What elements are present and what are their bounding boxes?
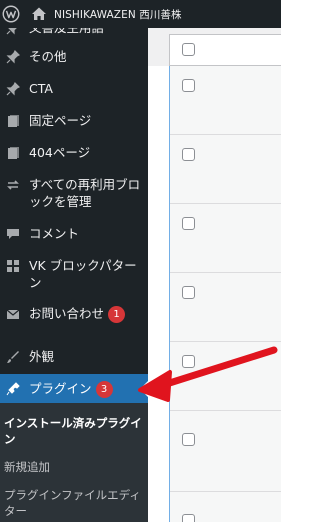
sidebar-item-label: 固定ページ [29, 113, 92, 128]
sidebar-item-text: お問い合わせ [29, 306, 105, 321]
row-checkbox[interactable] [182, 217, 195, 230]
submenu-installed-plugins[interactable]: インストール済みプラグイン [4, 415, 144, 447]
site-name-link[interactable]: NISHIKAWAZEN 西川善株 [54, 7, 182, 22]
sidebar-item-label: 外観 [29, 349, 55, 364]
pin-icon [4, 48, 22, 65]
table-header [170, 35, 281, 66]
submenu-add-new[interactable]: 新規追加 [4, 459, 144, 475]
row-checkbox[interactable] [182, 286, 195, 299]
notification-badge: 1 [108, 306, 126, 323]
sidebar-item-label: すべての再利用ブロックを管理 [29, 177, 141, 209]
sidebar-item-cta[interactable]: CTA [0, 80, 148, 97]
pin-icon [4, 80, 22, 97]
plugin-icon [4, 374, 22, 404]
plugins-table [169, 34, 281, 522]
page-icon [4, 112, 22, 129]
wp-admin-screen: NISHIKAWAZEN 西川善株 文書及主用語 その他 CTA 固定 [0, 0, 281, 522]
sidebar-item-contact[interactable]: お問い合わせ 1 [0, 305, 148, 323]
sidebar-item-plugins[interactable]: プラグイン 3 [0, 374, 148, 404]
mail-icon [4, 305, 22, 322]
notification-badge: 3 [95, 381, 113, 398]
sidebar-item-label: VK ブロックパターン [29, 258, 137, 290]
sidebar-item-text: プラグイン [29, 381, 92, 396]
sidebar-item-vk-block-patterns[interactable]: VK ブロックパターン [0, 257, 148, 291]
wordpress-logo-icon[interactable] [0, 3, 22, 25]
pin-icon [4, 28, 22, 36]
grid-icon [4, 257, 22, 274]
sidebar-item-reusable-blocks[interactable]: すべての再利用ブロックを管理 [0, 176, 148, 210]
sidebar-item-label: コメント [29, 226, 80, 241]
page-icon [4, 144, 22, 161]
admin-sidebar-menu: 文書及主用語 その他 CTA 固定ページ 404ページ [0, 28, 148, 522]
sidebar-item-label: 文書及主用語 [29, 28, 145, 36]
sidebar-item-appearance[interactable]: 外観 [0, 348, 148, 365]
submenu-plugin-file-editor[interactable]: プラグインファイルエディター [4, 487, 144, 519]
current-menu-arrow [140, 381, 148, 397]
sidebar-item-pages[interactable]: 固定ページ [0, 112, 148, 129]
main-content [148, 28, 281, 522]
sidebar-item-label: 404ページ [29, 145, 91, 160]
table-row [170, 66, 281, 135]
reusable-block-icon [4, 176, 22, 193]
home-icon[interactable] [30, 5, 48, 23]
appearance-icon [4, 348, 22, 365]
row-checkbox[interactable] [182, 433, 195, 446]
plugins-submenu: インストール済みプラグイン 新規追加 プラグインファイルエディター [0, 403, 148, 522]
sidebar-item-comments[interactable]: コメント [0, 225, 148, 242]
sidebar-item-label: お問い合わせ 1 [29, 305, 145, 323]
sidebar-item-other[interactable]: その他 [0, 48, 148, 65]
row-checkbox[interactable] [182, 514, 195, 522]
table-row [170, 204, 281, 273]
sidebar-item-glossary[interactable]: 文書及主用語 [0, 28, 148, 36]
table-row [170, 135, 281, 204]
sidebar-item-label: その他 [29, 49, 67, 64]
sidebar-item-label: CTA [29, 81, 53, 96]
table-row [170, 492, 281, 522]
table-row [170, 342, 281, 411]
table-row [170, 273, 281, 342]
table-row [170, 411, 281, 492]
sidebar-item-label: プラグイン 3 [29, 380, 145, 398]
row-checkbox[interactable] [182, 79, 195, 92]
select-all-checkbox[interactable] [182, 43, 195, 56]
row-checkbox[interactable] [182, 355, 195, 368]
comment-icon [4, 225, 22, 242]
sidebar-item-404-page[interactable]: 404ページ [0, 144, 148, 161]
admin-bar: NISHIKAWAZEN 西川善株 [0, 0, 281, 28]
row-checkbox[interactable] [182, 148, 195, 161]
